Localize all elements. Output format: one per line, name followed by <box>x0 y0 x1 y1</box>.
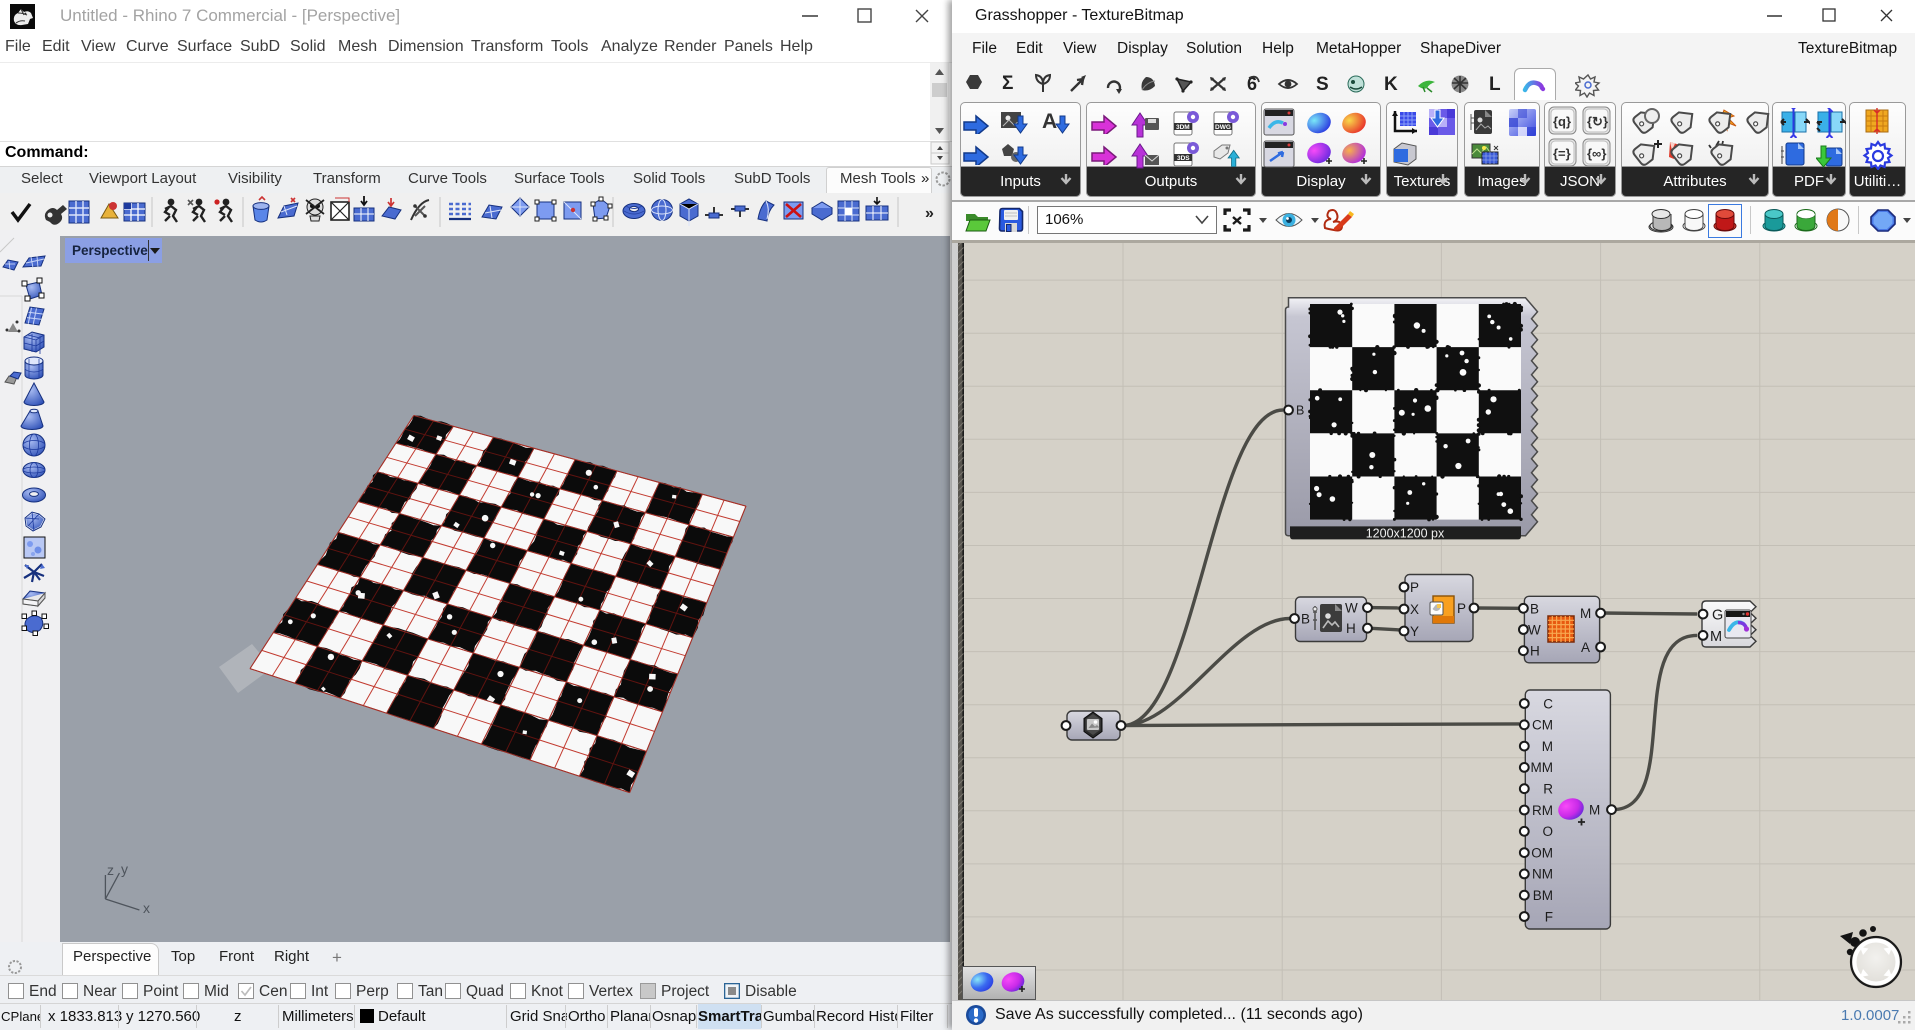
svg-text:Σ: Σ <box>1002 73 1013 94</box>
svg-text:W: W <box>1528 623 1541 638</box>
svg-text:B: B <box>1301 612 1310 627</box>
svg-text:M: M <box>1580 606 1591 621</box>
svg-text:R: R <box>1543 782 1553 797</box>
svg-text:3DM: 3DM <box>1176 124 1190 131</box>
svg-text:{∞}: {∞} <box>1587 146 1606 161</box>
svg-text:MM: MM <box>1531 760 1554 775</box>
svg-text:O: O <box>1542 824 1553 839</box>
svg-text:F: F <box>1545 909 1553 924</box>
svg-text:G: G <box>1712 608 1723 624</box>
svg-text:X: X <box>1410 602 1419 617</box>
svg-text:H: H <box>1346 621 1356 636</box>
svg-text:RM: RM <box>1532 803 1553 818</box>
svg-text:3DS: 3DS <box>1177 155 1190 162</box>
svg-text:DWG: DWG <box>1215 124 1231 131</box>
svg-text:{q}: {q} <box>1553 114 1571 129</box>
svg-text:A: A <box>1581 640 1590 655</box>
svg-text:P: P <box>1410 580 1419 595</box>
svg-text:K: K <box>1384 74 1398 95</box>
svg-text:NM: NM <box>1532 867 1553 882</box>
svg-text:Y: Y <box>1410 624 1419 639</box>
svg-text:y: y <box>121 861 128 877</box>
svg-text:L: L <box>1489 74 1501 95</box>
svg-text:CM: CM <box>1532 718 1553 733</box>
svg-text:OM: OM <box>1531 845 1553 860</box>
svg-text:BM: BM <box>1533 888 1553 903</box>
svg-text:B: B <box>1530 601 1539 616</box>
svg-text:1200x1200 px: 1200x1200 px <box>1366 527 1445 541</box>
svg-text:A: A <box>1042 110 1057 133</box>
svg-text:»: » <box>925 205 934 222</box>
svg-text:x: x <box>143 900 150 916</box>
svg-text:M: M <box>1710 629 1722 645</box>
svg-text:M: M <box>1542 739 1553 754</box>
svg-text:P: P <box>1457 601 1466 616</box>
svg-text:{↻}: {↻} <box>1587 114 1608 129</box>
svg-text:H: H <box>1530 644 1540 659</box>
svg-text:C: C <box>1543 696 1553 711</box>
svg-text:M: M <box>1589 802 1600 817</box>
svg-text:S: S <box>1316 74 1329 95</box>
svg-text:z: z <box>107 862 114 878</box>
svg-text:B: B <box>1296 404 1304 418</box>
svg-text:{=}: {=} <box>1553 146 1571 161</box>
svg-text:W: W <box>1345 601 1358 616</box>
